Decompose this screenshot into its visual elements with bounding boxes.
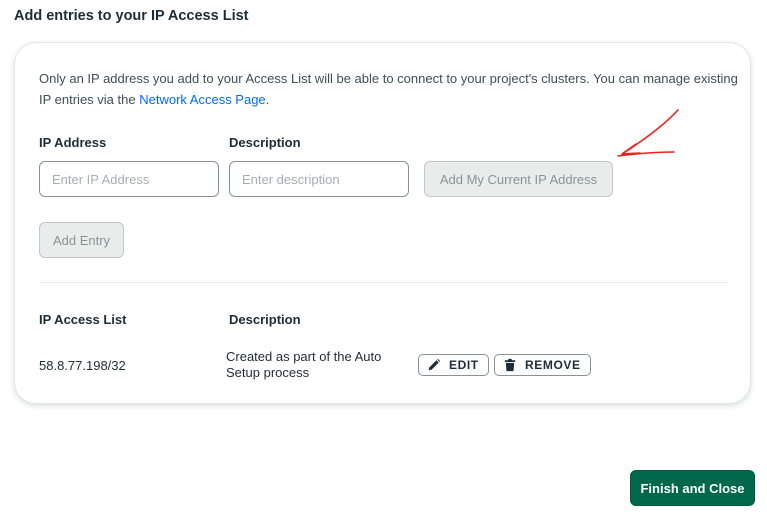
remove-button[interactable]: REMOVE (494, 354, 591, 376)
trash-icon (503, 358, 517, 372)
add-entry-button[interactable]: Add Entry (39, 222, 124, 258)
network-access-link[interactable]: Network Access Page (139, 92, 265, 107)
ip-access-card: Only an IP address you add to your Acces… (14, 42, 751, 404)
section-divider (39, 282, 728, 283)
description-input[interactable] (229, 161, 409, 197)
entry-description: Created as part of the Auto Setup proces… (226, 349, 382, 380)
intro-text: Only an IP address you add to your Acces… (39, 68, 739, 110)
edit-button[interactable]: EDIT (418, 354, 489, 376)
description-label: Description (229, 135, 301, 150)
ip-address-input[interactable] (39, 161, 219, 197)
red-arrow-annotation (617, 109, 679, 157)
ip-access-list-header: IP Access List (39, 312, 127, 327)
ip-entry-value: 58.8.77.198/32 (39, 358, 126, 373)
modal-title: Add entries to your IP Access List (14, 8, 249, 24)
intro-period: . (265, 92, 270, 107)
remove-label: REMOVE (525, 358, 581, 372)
add-current-ip-button[interactable]: Add My Current IP Address (424, 161, 613, 197)
ip-address-label: IP Address (39, 135, 107, 150)
pencil-icon (427, 358, 441, 372)
finish-and-close-button[interactable]: Finish and Close (630, 470, 755, 506)
edit-label: EDIT (449, 358, 479, 372)
description-column-header: Description (229, 312, 301, 327)
